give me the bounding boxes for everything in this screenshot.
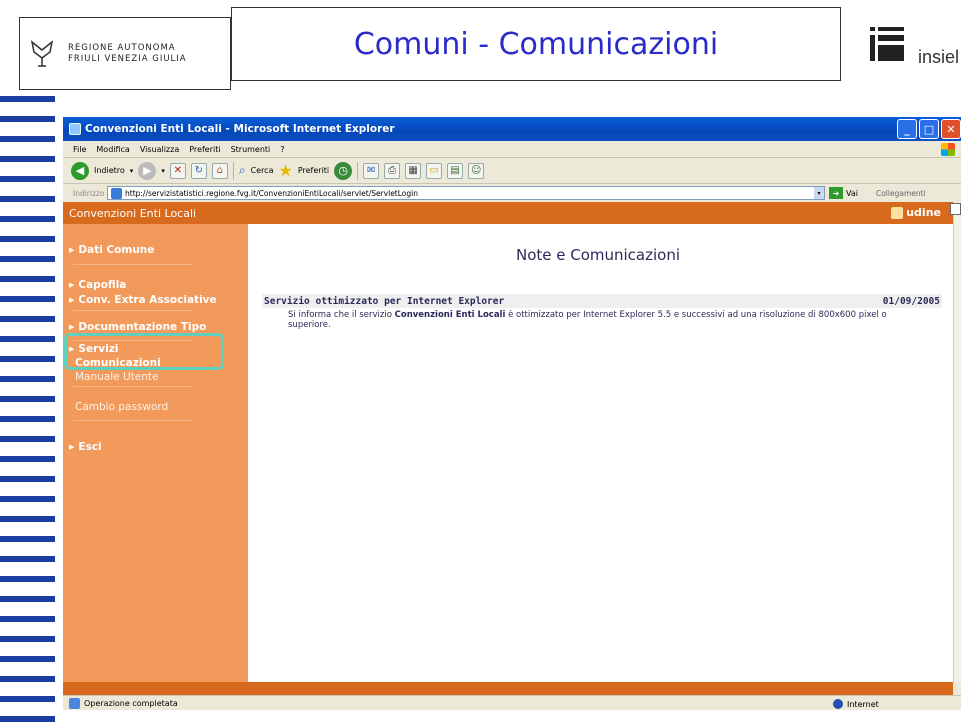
go-arrow-icon: ➜ [829, 187, 843, 199]
menu-visualizza[interactable]: Visualizza [140, 145, 179, 154]
window-title: Convenzioni Enti Locali - Microsoft Inte… [85, 123, 395, 135]
eagle-crest-icon [30, 39, 54, 67]
favorites-star-icon[interactable]: ★ [278, 161, 292, 180]
address-url: http://servizistatistici.regione.fvg.it/… [125, 188, 418, 198]
address-bar: Indirizzo http://servizistatistici.regio… [63, 185, 961, 201]
stop-icon[interactable]: ✕ [169, 162, 186, 179]
globe-icon [833, 699, 843, 709]
message-body: Si informa che il servizio Convenzioni E… [288, 310, 887, 330]
forward-dropdown-icon[interactable]: ▾ [161, 167, 165, 175]
home-icon[interactable]: ⌂ [211, 162, 228, 179]
user-icon [891, 206, 904, 219]
address-dropdown-icon[interactable]: ▾ [814, 187, 824, 199]
nav-arrow-icon: ▶ [69, 323, 75, 331]
nav-arrow-icon: ▶ [69, 443, 75, 451]
security-zone: Internet [833, 699, 879, 709]
print-icon[interactable]: ⎙ [384, 162, 401, 179]
vertical-scrollbar[interactable] [953, 202, 961, 682]
ie-page-icon [111, 187, 122, 199]
app-header: Convenzioni Enti Locali udine [63, 202, 953, 224]
minimize-button[interactable]: _ [897, 119, 917, 139]
menu-preferiti[interactable]: Preferiti [189, 145, 220, 154]
slide-title: Comuni - Comunicazioni [353, 26, 719, 62]
nav-manuale-utente[interactable]: Manuale Utente [75, 371, 158, 383]
scroll-top-icon[interactable] [950, 203, 961, 215]
windows-logo-icon [941, 143, 955, 156]
go-button[interactable]: ➜ Vai [829, 187, 858, 199]
message-subject: Servizio ottimizzato per Internet Explor… [264, 295, 505, 307]
left-stripes [0, 96, 60, 727]
back-dropdown-icon[interactable]: ▾ [130, 167, 134, 175]
nav-capofila[interactable]: ▶ Capofila [69, 279, 126, 291]
slide-title-box: Comuni - Comunicazioni [231, 7, 841, 81]
region-logo: REGIONE AUTONOMA FRIULI VENEZIA GIULIA [19, 17, 231, 90]
logo-line1: REGIONE AUTONOMA [68, 42, 176, 53]
menu-bar: File Modifica Visualizza Preferiti Strum… [63, 141, 961, 158]
research-icon[interactable]: ▤ [447, 162, 464, 179]
favorites-button-label[interactable]: Preferiti [298, 166, 329, 175]
message-header: Servizio ottimizzato per Internet Explor… [262, 294, 942, 308]
highlight-box [64, 333, 224, 370]
maximize-button[interactable]: □ [919, 119, 939, 139]
address-label: Indirizzo [73, 188, 105, 198]
nav-esci[interactable]: ▶ Esci [69, 441, 102, 453]
nav-conv-extra[interactable]: ▶ Conv. Extra Associative [69, 294, 217, 306]
toolbar: ◀ Indietro ▾ ▶ ▾ ✕ ↻ ⌂ ⌕ Cerca ★ Preferi… [63, 158, 961, 184]
user-name: udine [906, 206, 941, 219]
user-indicator: udine [891, 206, 941, 219]
history-icon[interactable]: ◷ [334, 161, 353, 180]
back-arrow-icon[interactable]: ◀ [71, 161, 89, 180]
menu-modifica[interactable]: Modifica [96, 145, 129, 154]
refresh-icon[interactable]: ↻ [190, 162, 207, 179]
insiel-logo: insiel [868, 25, 960, 85]
nav-dati-comune[interactable]: ▶ Dati Comune [69, 244, 154, 256]
slide: REGIONE AUTONOMA FRIULI VENEZIA GIULIA C… [0, 0, 961, 727]
status-text: Operazione completata [84, 698, 178, 708]
discuss-icon[interactable]: ▭ [426, 162, 443, 179]
nav-arrow-icon: ▶ [69, 246, 75, 254]
edit-icon[interactable]: ▦ [405, 162, 422, 179]
main-content: Note e Comunicazioni Servizio ottimizzat… [248, 224, 953, 682]
close-button[interactable]: ✕ [941, 119, 961, 139]
nav-arrow-icon: ▶ [69, 281, 75, 289]
message-date: 01/09/2005 [882, 295, 940, 307]
nav-arrow-icon: ▶ [69, 296, 75, 304]
service-name: Convenzioni Enti Locali [394, 310, 506, 320]
menu-help[interactable]: ? [280, 145, 284, 154]
menu-strumenti[interactable]: Strumenti [231, 145, 271, 154]
search-button-label[interactable]: Cerca [251, 166, 274, 175]
zone-label: Internet [847, 699, 879, 709]
nav-documentazione[interactable]: ▶ Documentazione Tipo [69, 321, 206, 333]
insiel-mark-icon [870, 27, 904, 61]
messenger-icon[interactable]: ☺ [468, 162, 485, 179]
content-title: Note e Comunicazioni [515, 246, 681, 264]
nav-cambio-password[interactable]: Cambio password [75, 401, 168, 413]
window-titlebar[interactable]: Convenzioni Enti Locali - Microsoft Inte… [63, 117, 961, 141]
address-input[interactable]: http://servizistatistici.regione.fvg.it/… [107, 186, 825, 200]
browser-window: Convenzioni Enti Locali - Microsoft Inte… [63, 117, 961, 710]
mail-icon[interactable]: ✉ [363, 162, 380, 179]
logo-line2: FRIULI VENEZIA GIULIA [68, 53, 187, 64]
app-footer [63, 682, 953, 695]
ie-page-icon [69, 123, 81, 135]
menu-file[interactable]: File [73, 145, 86, 154]
search-icon[interactable]: ⌕ [239, 163, 246, 178]
links-label[interactable]: Collegamenti [876, 189, 926, 198]
status-bar: Operazione completata Internet [63, 695, 961, 710]
page-done-icon [69, 697, 80, 709]
go-label: Vai [846, 188, 858, 198]
insiel-label: insiel [918, 47, 960, 67]
sidebar: ▶ Dati Comune ▶ Capofila ▶ Conv. Extra A… [63, 224, 248, 682]
forward-arrow-icon[interactable]: ▶ [138, 161, 157, 180]
back-button-label[interactable]: Indietro [94, 166, 125, 175]
app-title: Convenzioni Enti Locali [69, 206, 197, 220]
